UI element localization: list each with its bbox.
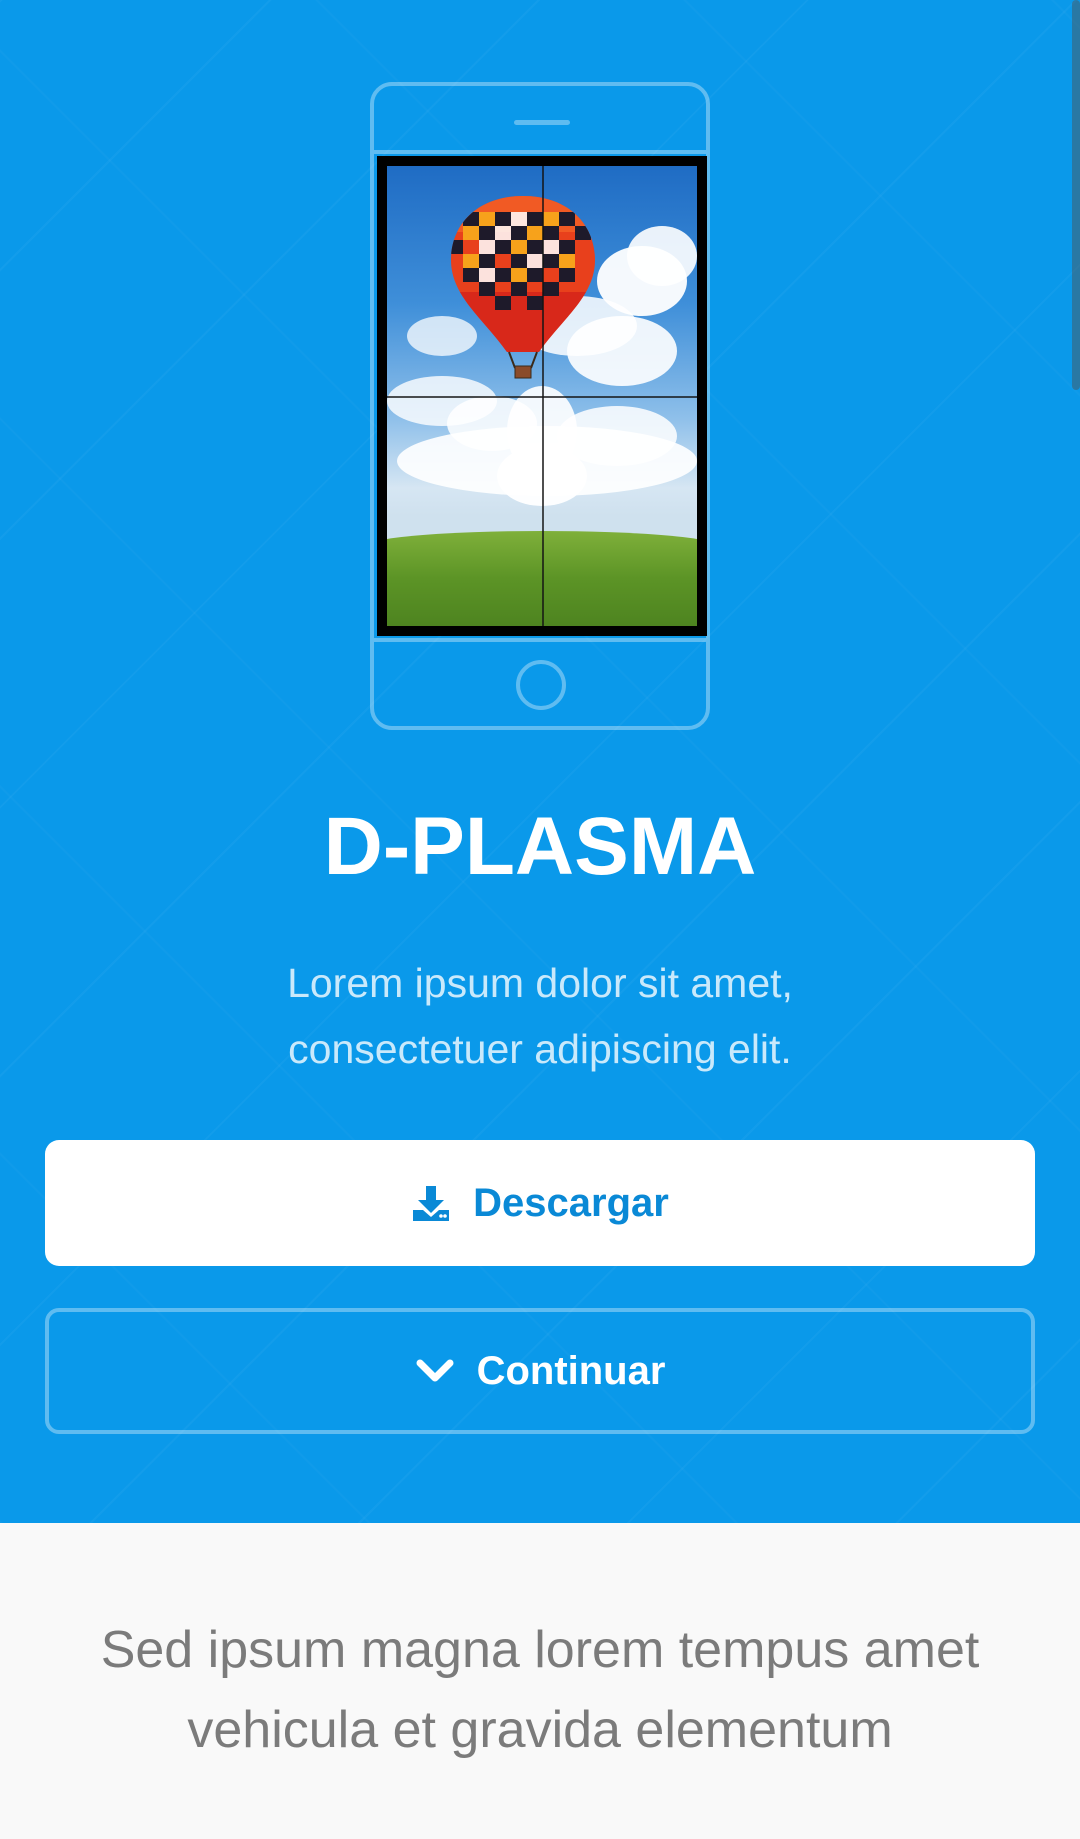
phone-home-button-icon <box>516 660 566 710</box>
balloon-photo <box>387 166 697 626</box>
hot-air-balloon-icon <box>451 196 595 379</box>
subtitle-line-2: consectetuer adipiscing elit. <box>288 1026 792 1072</box>
continue-label: Continuar <box>476 1348 666 1393</box>
phone-speaker <box>514 120 570 125</box>
section-intro-text: Sed ipsum magna lorem tempus amet vehicu… <box>0 1610 1080 1770</box>
intro-line-2: vehicula et gravida elementum <box>187 1701 893 1759</box>
scrollbar[interactable] <box>1072 0 1080 390</box>
phone-divider-bottom <box>374 638 706 642</box>
phone-screen <box>377 156 707 636</box>
subtitle-line-1: Lorem ipsum dolor sit amet, <box>287 960 793 1006</box>
hero-section: D-PLASMA Lorem ipsum dolor sit amet, con… <box>0 0 1080 1523</box>
download-label: Descargar <box>473 1180 669 1225</box>
phone-mockup <box>370 82 710 730</box>
page-title: D-PLASMA <box>323 801 757 892</box>
grid-line-horizontal <box>387 396 697 398</box>
download-button[interactable]: Descargar <box>45 1140 1035 1266</box>
chevron-down-icon <box>415 1356 455 1386</box>
download-icon <box>411 1183 451 1223</box>
hero-subtitle: Lorem ipsum dolor sit amet, consectetuer… <box>0 950 1080 1082</box>
phone-divider-top <box>374 150 706 154</box>
continue-button[interactable]: Continuar <box>45 1308 1035 1434</box>
intro-line-1: Sed ipsum magna lorem tempus amet <box>100 1621 980 1679</box>
